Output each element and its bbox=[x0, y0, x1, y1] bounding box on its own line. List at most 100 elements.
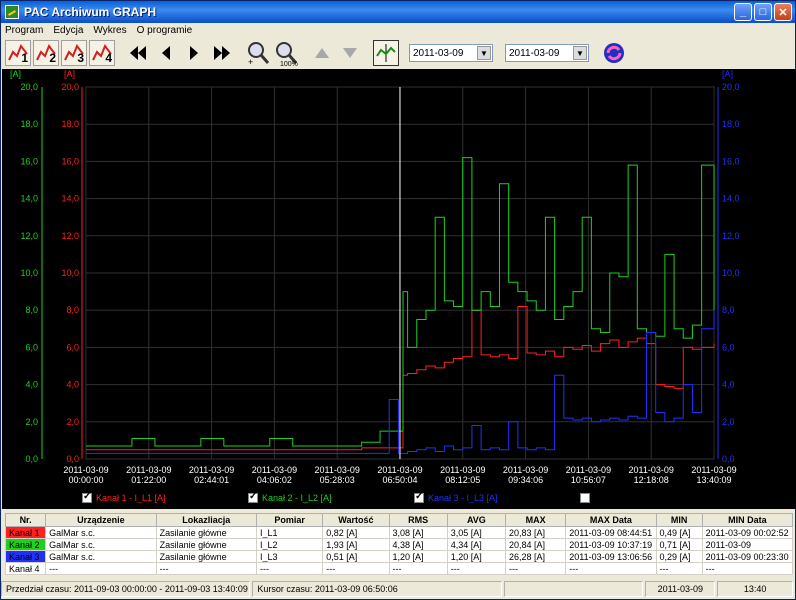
col-max[interactable]: MAX bbox=[504, 513, 567, 527]
table-cell: GalMar s.c. bbox=[45, 526, 157, 539]
fast-forward-icon bbox=[214, 46, 230, 60]
maximize-button[interactable]: □ bbox=[754, 3, 772, 21]
x-tick-time: 13:40:09 bbox=[696, 475, 731, 485]
x-tick-date: 2011-03-09 bbox=[252, 465, 297, 475]
table-row[interactable]: Kanał 2 GalMar s.c. Zasilanie główne I_L2 1,… bbox=[4, 538, 794, 551]
channel-4-label: 4 bbox=[105, 51, 112, 65]
legend-item-ch2[interactable]: Kanał 2 - I_L2 [A] bbox=[248, 491, 332, 503]
x-tick-time: 05:28:03 bbox=[320, 475, 355, 485]
table-cell: --- bbox=[45, 562, 157, 575]
table-cell: --- bbox=[255, 562, 324, 575]
col-min[interactable]: MIN bbox=[655, 513, 703, 527]
col-urzadzenie[interactable]: Urządzenie bbox=[45, 513, 157, 527]
chevron-down-icon[interactable]: ▼ bbox=[477, 46, 491, 60]
fit-button[interactable] bbox=[373, 40, 399, 66]
next-button[interactable] bbox=[181, 40, 207, 66]
refresh-button[interactable] bbox=[601, 40, 627, 66]
y-tick-red: 16,0 bbox=[61, 156, 79, 166]
y-tick-blue: 4,0 bbox=[722, 380, 735, 390]
col-max-data[interactable]: MAX Data bbox=[565, 513, 657, 527]
legend-item-ch4[interactable] bbox=[580, 493, 590, 503]
y-axis-unit-blue: [A] bbox=[722, 69, 733, 79]
refresh-icon bbox=[604, 43, 624, 63]
last-button[interactable] bbox=[209, 40, 235, 66]
table-cell: --- bbox=[565, 562, 657, 575]
channel-4-button[interactable]: 4 bbox=[89, 40, 115, 66]
scroll-up-button[interactable] bbox=[309, 40, 335, 66]
x-tick-time: 10:56:07 bbox=[571, 475, 606, 485]
col-rms[interactable]: RMS bbox=[388, 513, 448, 527]
close-button[interactable]: ✕ bbox=[774, 3, 792, 21]
y-tick-blue: 20,0 bbox=[722, 82, 740, 92]
y-tick-green: 12,0 bbox=[20, 231, 38, 241]
y-tick-blue: 6,0 bbox=[722, 342, 735, 352]
legend-item-ch3[interactable]: Kanał 3 - I_L3 [A] bbox=[414, 491, 498, 503]
table-cell: I_L3 bbox=[255, 550, 324, 563]
table-row[interactable]: Kanał 1 GalMar s.c. Zasilanie główne I_L1 0,… bbox=[4, 526, 794, 539]
scroll-down-button[interactable] bbox=[337, 40, 363, 66]
col-avg[interactable]: AVG bbox=[446, 513, 507, 527]
x-tick-date: 2011-03-09 bbox=[377, 465, 422, 475]
col-lokalizacja[interactable]: Lokazliacja bbox=[155, 513, 258, 527]
y-tick-green: 18,0 bbox=[20, 119, 38, 129]
date-to-select[interactable]: 2011-03-09 ▼ bbox=[505, 44, 589, 62]
previous-button[interactable] bbox=[153, 40, 179, 66]
channel-2-button[interactable]: 2 bbox=[33, 40, 59, 66]
channel-3-button[interactable]: 3 bbox=[61, 40, 87, 66]
col-wartosc[interactable]: Wartość bbox=[322, 513, 390, 527]
ch1-checkbox[interactable] bbox=[82, 491, 92, 503]
zoom-in-button[interactable]: + bbox=[245, 40, 271, 66]
x-tick-time: 04:06:02 bbox=[257, 475, 292, 485]
col-nr[interactable]: Nr. bbox=[4, 513, 47, 527]
channel-1-label: 1 bbox=[21, 51, 28, 65]
first-button[interactable] bbox=[125, 40, 151, 66]
table-row[interactable]: Kanał 3 GalMar s.c. Zasilanie główne I_L3 0,… bbox=[4, 550, 794, 563]
table-cell: 0,49 [A] bbox=[655, 526, 703, 539]
menu-o-programie[interactable]: O programie bbox=[137, 25, 193, 36]
fit-view-icon bbox=[376, 44, 396, 62]
menu-wykres[interactable]: Wykres bbox=[93, 25, 126, 36]
table-cell: Zasilanie główne bbox=[155, 538, 258, 551]
ch3-checkbox[interactable] bbox=[414, 491, 424, 503]
next-icon bbox=[190, 46, 198, 60]
x-tick-time: 08:12:05 bbox=[445, 475, 480, 485]
up-arrow-icon bbox=[315, 48, 329, 58]
y-tick-blue: 18,0 bbox=[722, 119, 740, 129]
ch4-checkbox[interactable] bbox=[580, 493, 590, 503]
zoom-reset-button[interactable]: 100% bbox=[273, 40, 299, 68]
date-from-select[interactable]: 2011-03-09 ▼ bbox=[409, 44, 493, 62]
table-row[interactable]: Kanał 4 --- --- --- --- --- --- --- --- --- --- bbox=[4, 562, 794, 575]
table-cell: 3,05 [A] bbox=[446, 526, 507, 539]
menu-edycja[interactable]: Edycja bbox=[53, 25, 83, 36]
toolbar: 1 2 3 4 + 100% 2011-03-09 ▼ 2011-03-09 ▼ bbox=[1, 37, 795, 69]
y-tick-red: 10,0 bbox=[61, 268, 79, 278]
status-empty bbox=[503, 581, 644, 597]
table-cell: 20,84 [A] bbox=[504, 538, 567, 551]
y-axis-unit-red: [A] bbox=[64, 69, 75, 79]
current-chart[interactable]: [A] [A] [A] 20,0 18,0 16,0 14,0 12,0 10,0 8,0 6,0 4… bbox=[2, 69, 796, 509]
x-tick-time: 00:00:00 bbox=[68, 475, 103, 485]
table-cell: --- bbox=[155, 562, 258, 575]
title-bar[interactable]: PAC Archiwum GRAPH _ □ ✕ bbox=[1, 1, 795, 23]
table-cell: I_L2 bbox=[255, 538, 324, 551]
row-channel-cell: Kanał 2 bbox=[4, 538, 47, 551]
chart-area[interactable]: [A] [A] [A] 20,0 18,0 16,0 14,0 12,0 10,0 8,0 6,0 4… bbox=[2, 69, 796, 509]
table-cell: --- bbox=[655, 562, 703, 575]
y-tick-red: 8,0 bbox=[66, 305, 79, 315]
col-min-data[interactable]: MIN Data bbox=[701, 513, 794, 527]
table-cell: --- bbox=[504, 562, 567, 575]
table-cell: 2011-03-09 10:37:19 bbox=[565, 538, 657, 551]
chevron-down-icon[interactable]: ▼ bbox=[573, 46, 587, 60]
legend-item-ch1[interactable]: Kanał 1 - I_L1 [A] bbox=[82, 491, 166, 503]
table-cell: --- bbox=[701, 562, 794, 575]
menu-program[interactable]: Program bbox=[5, 25, 43, 36]
x-tick-time: 09:34:06 bbox=[508, 475, 543, 485]
col-pomiar[interactable]: Pomiar bbox=[255, 513, 324, 527]
y-tick-red: 18,0 bbox=[61, 119, 79, 129]
channel-1-button[interactable]: 1 bbox=[5, 40, 31, 66]
status-date: 2011-03-09 bbox=[645, 581, 716, 597]
date-from-value: 2011-03-09 bbox=[413, 47, 464, 59]
minimize-button[interactable]: _ bbox=[734, 3, 752, 21]
ch2-checkbox[interactable] bbox=[248, 491, 258, 503]
y-tick-green: 0,0 bbox=[25, 454, 38, 464]
